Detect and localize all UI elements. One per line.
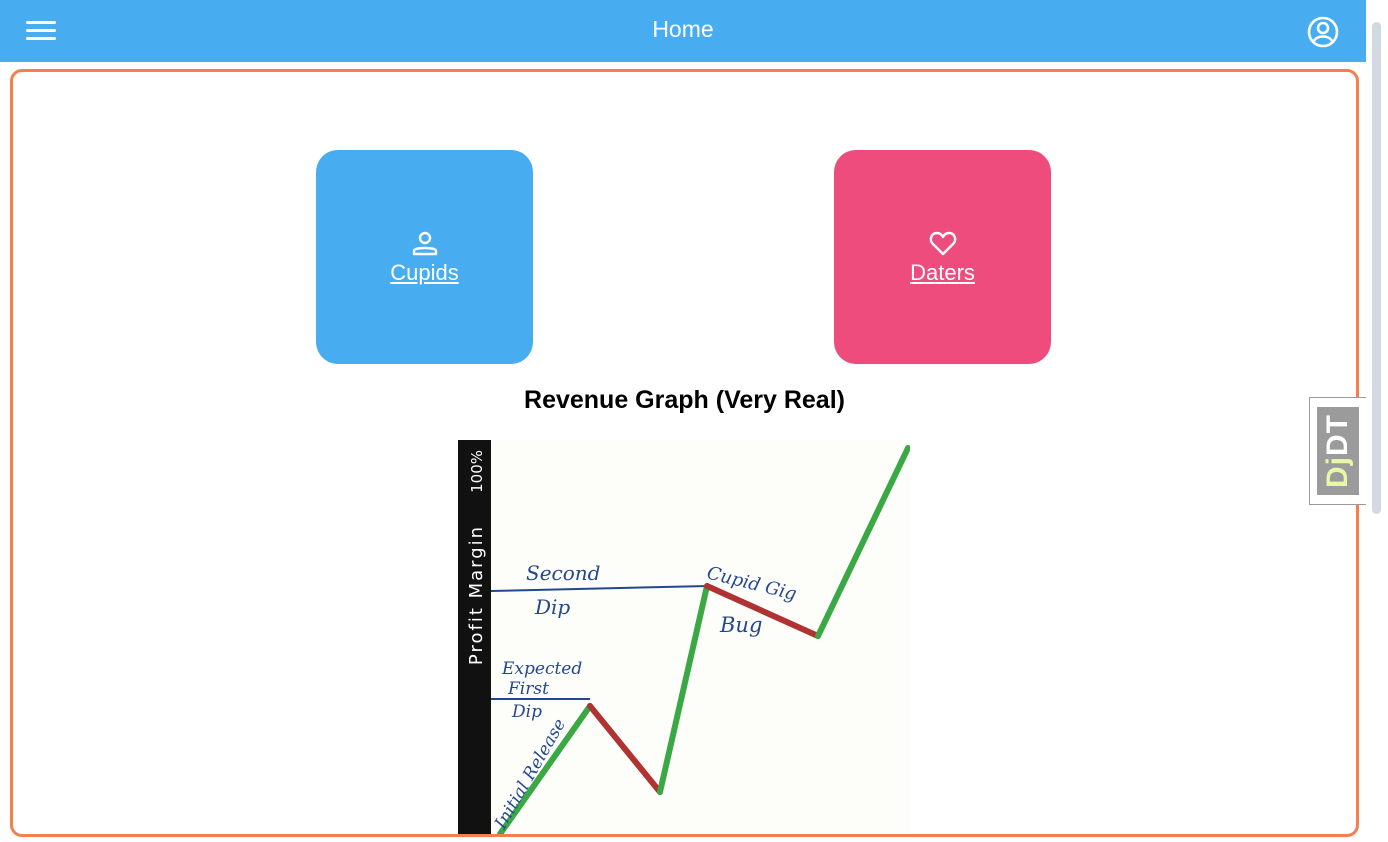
daters-tile[interactable]: Daters: [834, 150, 1051, 364]
djdt-dj: Dj: [1321, 456, 1354, 488]
axis-label: Profit Margin: [466, 525, 487, 665]
content-frame: Cupids Daters Revenue Graph (Very Real) …: [10, 69, 1359, 837]
page-scrollbar[interactable]: [1366, 0, 1388, 842]
user-circle-icon[interactable]: [1305, 14, 1341, 50]
django-debug-toolbar-handle[interactable]: DjDT: [1309, 397, 1366, 505]
bug-label: Bug: [719, 613, 762, 637]
first-label: First: [507, 679, 549, 699]
second-dip-label-2: Dip: [534, 595, 570, 619]
app-header: Home: [0, 0, 1366, 62]
second-dip-label: Second: [526, 561, 600, 585]
revenue-graph-image: 100% Profit Margin Second Dip Expected F…: [458, 440, 910, 834]
page-title: Home: [652, 16, 714, 42]
expected-label: Expected: [501, 659, 582, 679]
graph-heading: Revenue Graph (Very Real): [524, 386, 845, 414]
axis-top-label: 100%: [468, 450, 486, 493]
scrollbar-thumb[interactable]: [1372, 22, 1381, 514]
dip-label: Dip: [511, 702, 542, 722]
djdt-badge: DjDT: [1317, 407, 1359, 495]
djdt-dt: DT: [1321, 414, 1354, 456]
cupids-tile[interactable]: Cupids: [316, 150, 533, 364]
heart-icon: [929, 231, 956, 256]
person-icon: [412, 231, 437, 256]
cupids-link[interactable]: Cupids: [390, 260, 458, 286]
daters-link[interactable]: Daters: [910, 260, 975, 286]
